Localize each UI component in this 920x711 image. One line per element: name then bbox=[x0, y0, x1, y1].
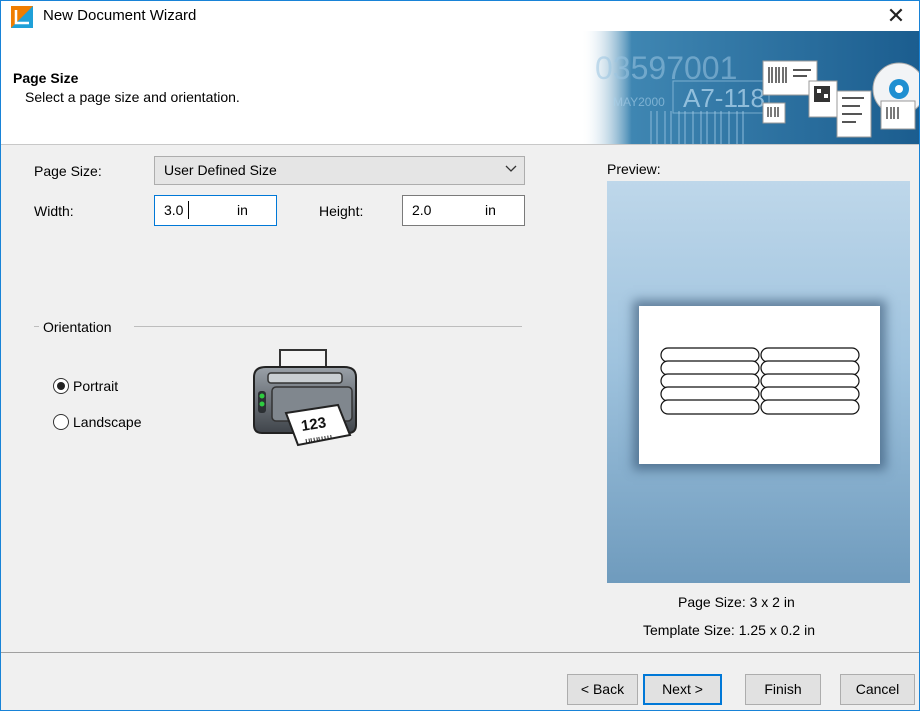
page-size-dropdown[interactable]: User Defined Size bbox=[154, 156, 525, 185]
preview-pane bbox=[607, 181, 910, 583]
page-title: Page Size bbox=[13, 70, 79, 86]
label-template-cell bbox=[660, 399, 760, 415]
page-size-label: Page Size: bbox=[34, 163, 102, 179]
label-template-cell bbox=[660, 373, 760, 389]
preview-page-size-text: Page Size: 3 x 2 in bbox=[678, 594, 795, 610]
wizard-header: Page Size Select a page size and orienta… bbox=[1, 31, 919, 145]
chevron-down-icon bbox=[505, 165, 517, 172]
app-logo-icon bbox=[11, 6, 33, 28]
footer-divider bbox=[1, 652, 919, 653]
banner-code: A7-118 bbox=[683, 83, 765, 113]
preview-label: Preview: bbox=[607, 161, 661, 177]
banner-date: MAY2000 bbox=[613, 95, 665, 109]
label-template-cell bbox=[660, 360, 760, 376]
orientation-group-line-left bbox=[34, 326, 39, 327]
printer-icon: 123 bbox=[253, 349, 357, 447]
height-value: 2.0 bbox=[412, 202, 432, 218]
window-title: New Document Wizard bbox=[43, 7, 197, 24]
back-button[interactable]: < Back bbox=[567, 674, 638, 705]
title-bar: New Document Wizard ✕ bbox=[1, 1, 919, 31]
label-template-grid bbox=[660, 347, 860, 415]
radio-selected-dot bbox=[57, 382, 65, 390]
text-caret bbox=[188, 201, 189, 219]
next-button[interactable]: Next > bbox=[643, 674, 722, 705]
finish-button[interactable]: Finish bbox=[745, 674, 821, 705]
label-template-cell bbox=[760, 399, 860, 415]
height-unit: in bbox=[485, 202, 496, 218]
label-template-cell bbox=[760, 386, 860, 402]
label-template-cell bbox=[760, 373, 860, 389]
height-label: Height: bbox=[319, 203, 364, 219]
landscape-label: Landscape bbox=[73, 414, 142, 430]
width-input[interactable]: 3.0 in bbox=[154, 195, 277, 226]
portrait-label: Portrait bbox=[73, 378, 119, 394]
width-unit: in bbox=[237, 202, 248, 218]
close-icon[interactable]: ✕ bbox=[873, 1, 919, 31]
label-template-cell bbox=[660, 347, 760, 363]
orientation-group-line-right bbox=[134, 326, 522, 327]
page-size-value: User Defined Size bbox=[164, 162, 277, 178]
width-value: 3.0 bbox=[164, 202, 184, 218]
height-input[interactable]: 2.0 in bbox=[402, 195, 525, 226]
label-template-cell bbox=[660, 386, 760, 402]
wizard-window: New Document Wizard ✕ Page Size Select a… bbox=[0, 0, 920, 711]
label-template-cell bbox=[760, 347, 860, 363]
label-template-cell bbox=[760, 360, 860, 376]
page-subtitle: Select a page size and orientation. bbox=[25, 89, 240, 105]
cancel-button[interactable]: Cancel bbox=[840, 674, 915, 705]
landscape-radio[interactable]: Landscape bbox=[53, 412, 173, 432]
preview-template-size-text: Template Size: 1.25 x 0.2 in bbox=[643, 622, 815, 638]
preview-page bbox=[639, 306, 880, 464]
radio-button-icon bbox=[53, 378, 69, 394]
width-label: Width: bbox=[34, 203, 74, 219]
barcode-banner-image: 03597001 MAY2000 A7-118 bbox=[581, 31, 919, 144]
orientation-group-label: Orientation bbox=[43, 319, 112, 335]
portrait-radio[interactable]: Portrait bbox=[53, 376, 173, 396]
radio-button-icon bbox=[53, 414, 69, 430]
